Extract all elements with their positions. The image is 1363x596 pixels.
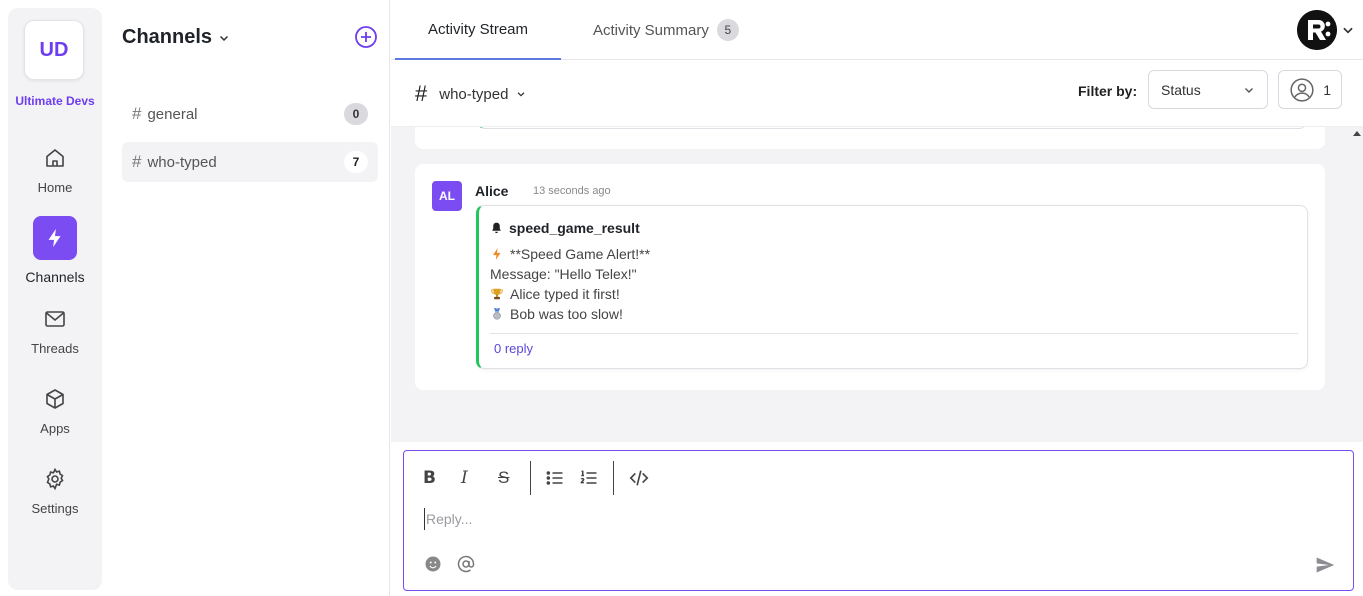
channel-item-general[interactable]: # general 0	[122, 94, 378, 134]
attachment-line: Message: "Hello Telex!"	[490, 266, 637, 282]
status-filter-select[interactable]: Status	[1148, 70, 1268, 109]
code-icon[interactable]	[628, 467, 650, 489]
attachment-divider	[490, 333, 1298, 334]
message-card: AL Alice 13 seconds ago speed_game_resul…	[415, 164, 1325, 390]
hash-icon: #	[415, 81, 428, 106]
attachment-line-text: Bob was too slow!	[510, 306, 623, 322]
channel-subbar: # who-typed Filter by: Status 1	[391, 61, 1363, 127]
add-channel-icon[interactable]	[354, 25, 378, 49]
brand-logo-icon	[1297, 10, 1337, 50]
user-circle-icon	[1290, 77, 1314, 102]
bullet-list-icon[interactable]	[545, 467, 565, 489]
workspace-initials: UD	[39, 38, 69, 61]
reply-composer: B I S	[403, 450, 1354, 591]
bell-icon	[492, 222, 501, 234]
channels-panel: Channels # general 0 # who-typed 7	[102, 0, 390, 596]
reply-count-link[interactable]: 0 reply	[494, 341, 533, 356]
chevron-down-icon	[1343, 27, 1353, 34]
attachment-title: speed_game_result	[509, 220, 640, 236]
cube-icon	[46, 389, 64, 409]
previous-message-card	[415, 127, 1325, 149]
bold-button[interactable]: B	[423, 467, 436, 489]
left-rail: UD Ultimate Devs Home Channels Threads A…	[8, 8, 102, 590]
hash-icon: #	[132, 104, 142, 123]
channel-count-badge: 0	[344, 103, 368, 125]
nav-home-label: Home	[37, 180, 73, 195]
toolbar-divider	[530, 461, 531, 495]
channel-selector-name: who-typed	[439, 85, 509, 103]
attachment-line: Bob was too slow!	[490, 306, 623, 322]
channel-selector[interactable]: # who-typed	[415, 81, 526, 107]
workspace-logo[interactable]: UD	[24, 20, 84, 80]
tab-badge: 5	[716, 19, 739, 41]
channels-title: Channels	[122, 26, 213, 48]
nav-settings[interactable]: Settings	[8, 467, 102, 516]
channels-header[interactable]: Channels	[122, 26, 230, 49]
chevron-down-icon	[518, 92, 525, 97]
main-area: Activity Stream Activity Summary 5 # who…	[391, 0, 1363, 596]
activity-stream: AL Alice 13 seconds ago speed_game_resul…	[391, 127, 1363, 442]
avatar[interactable]: AL	[432, 181, 462, 211]
app-root: UD Ultimate Devs Home Channels Threads A…	[0, 0, 1363, 596]
channel-name: general	[147, 105, 198, 123]
attachment-line: **Speed Game Alert!**	[490, 246, 650, 262]
nav-threads-label: Threads	[31, 341, 79, 356]
lightning-icon	[492, 248, 501, 260]
attachment-line-text: **Speed Game Alert!**	[510, 246, 651, 262]
tab-activity-summary[interactable]: Activity Summary 5	[593, 0, 739, 60]
message-timestamp: 13 seconds ago	[533, 185, 611, 197]
hash-icon: #	[132, 152, 142, 171]
tab-label: Activity Stream	[427, 20, 529, 38]
home-icon	[46, 149, 64, 167]
gear-icon	[46, 467, 64, 491]
workspace-name: Ultimate Devs	[15, 94, 95, 108]
reply-input[interactable]	[424, 508, 1324, 530]
attachment-title-row: speed_game_result	[490, 220, 640, 236]
chevron-down-icon	[1245, 87, 1253, 93]
attachment-line-text: Message: "Hello Telex!"	[490, 266, 637, 282]
medal-icon	[493, 308, 501, 320]
attachment-line: Alice typed it first!	[490, 286, 620, 302]
italic-button[interactable]: I	[461, 467, 468, 489]
channels-icon-box	[33, 216, 77, 260]
mail-icon	[45, 311, 65, 327]
chevron-down-icon	[220, 35, 229, 41]
toolbar-divider	[613, 461, 614, 495]
numbered-list-icon[interactable]	[579, 467, 599, 489]
nav-channels-label: Channels	[25, 269, 85, 285]
members-count: 1	[1323, 81, 1331, 98]
channel-count-badge: 7	[344, 151, 368, 173]
account-menu-button[interactable]	[1297, 10, 1355, 50]
emoji-icon[interactable]	[424, 555, 442, 573]
channel-name: who-typed	[147, 153, 217, 171]
strikethrough-button[interactable]: S	[498, 467, 509, 489]
message-author[interactable]: Alice	[475, 183, 508, 199]
nav-home[interactable]: Home	[8, 146, 102, 195]
tab-bar: Activity Stream Activity Summary 5	[391, 0, 1363, 60]
nav-apps[interactable]: Apps	[8, 387, 102, 436]
mention-icon[interactable]	[457, 555, 475, 573]
nav-channels[interactable]: Channels	[8, 216, 102, 285]
trophy-icon	[491, 288, 503, 300]
lightning-icon	[48, 228, 61, 248]
previous-attachment	[477, 127, 1307, 129]
filter-label: Filter by:	[1078, 83, 1138, 99]
nav-threads[interactable]: Threads	[8, 307, 102, 356]
send-icon[interactable]	[1315, 555, 1335, 575]
members-button[interactable]: 1	[1278, 70, 1342, 109]
channel-item-who-typed[interactable]: # who-typed 7	[122, 142, 378, 182]
attachment-line-text: Alice typed it first!	[510, 286, 620, 302]
status-filter-value: Status	[1161, 81, 1201, 98]
tab-label: Activity Summary	[593, 21, 709, 39]
scroll-up-arrow-icon[interactable]	[1353, 131, 1361, 136]
nav-settings-label: Settings	[31, 501, 79, 516]
nav-apps-label: Apps	[40, 421, 70, 436]
message-attachment: speed_game_result **Speed Game Alert!** …	[476, 205, 1308, 369]
tab-activity-stream[interactable]: Activity Stream	[395, 0, 561, 60]
